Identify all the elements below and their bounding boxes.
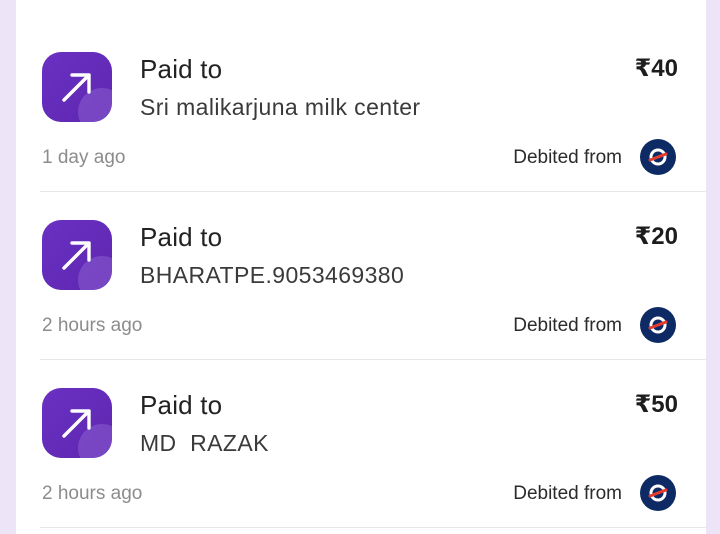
transaction-item[interactable]: Paid to Sri malikarjuna milk center ₹40 … (16, 24, 706, 192)
transaction-list: Paid to Sri malikarjuna milk center ₹40 … (16, 0, 706, 534)
payee-name: BHARATPE.9053469380 (140, 262, 405, 288)
transaction-time: 2 hours ago (42, 315, 143, 336)
transaction-time: 1 day ago (42, 147, 126, 168)
transaction-title: Paid to (140, 390, 223, 420)
arrow-up-right-icon (42, 388, 112, 458)
divider (40, 527, 706, 528)
debited-from-label: Debited from (513, 315, 622, 336)
transaction-item[interactable]: Paid to MD RAZAK ₹50 2 hours ago Debited… (16, 360, 706, 528)
debited-from-label: Debited from (513, 147, 622, 168)
bank-logo-icon (640, 307, 676, 343)
transaction-amount: ₹40 (634, 55, 678, 82)
debited-from-label: Debited from (513, 483, 622, 504)
transaction-amount: ₹50 (634, 391, 678, 418)
transaction-title: Paid to (140, 54, 223, 84)
transaction-amount: ₹20 (634, 223, 678, 250)
transaction-item[interactable]: Paid to BHARATPE.9053469380 ₹20 2 hours … (16, 192, 706, 360)
transaction-time: 2 hours ago (42, 483, 143, 504)
payee-name: Sri malikarjuna milk center (140, 94, 421, 120)
bank-logo-icon (640, 139, 676, 175)
bank-logo-icon (640, 475, 676, 511)
arrow-up-right-icon (42, 52, 112, 122)
payee-name: MD RAZAK (140, 430, 269, 456)
arrow-up-right-icon (42, 220, 112, 290)
transaction-title: Paid to (140, 222, 223, 252)
